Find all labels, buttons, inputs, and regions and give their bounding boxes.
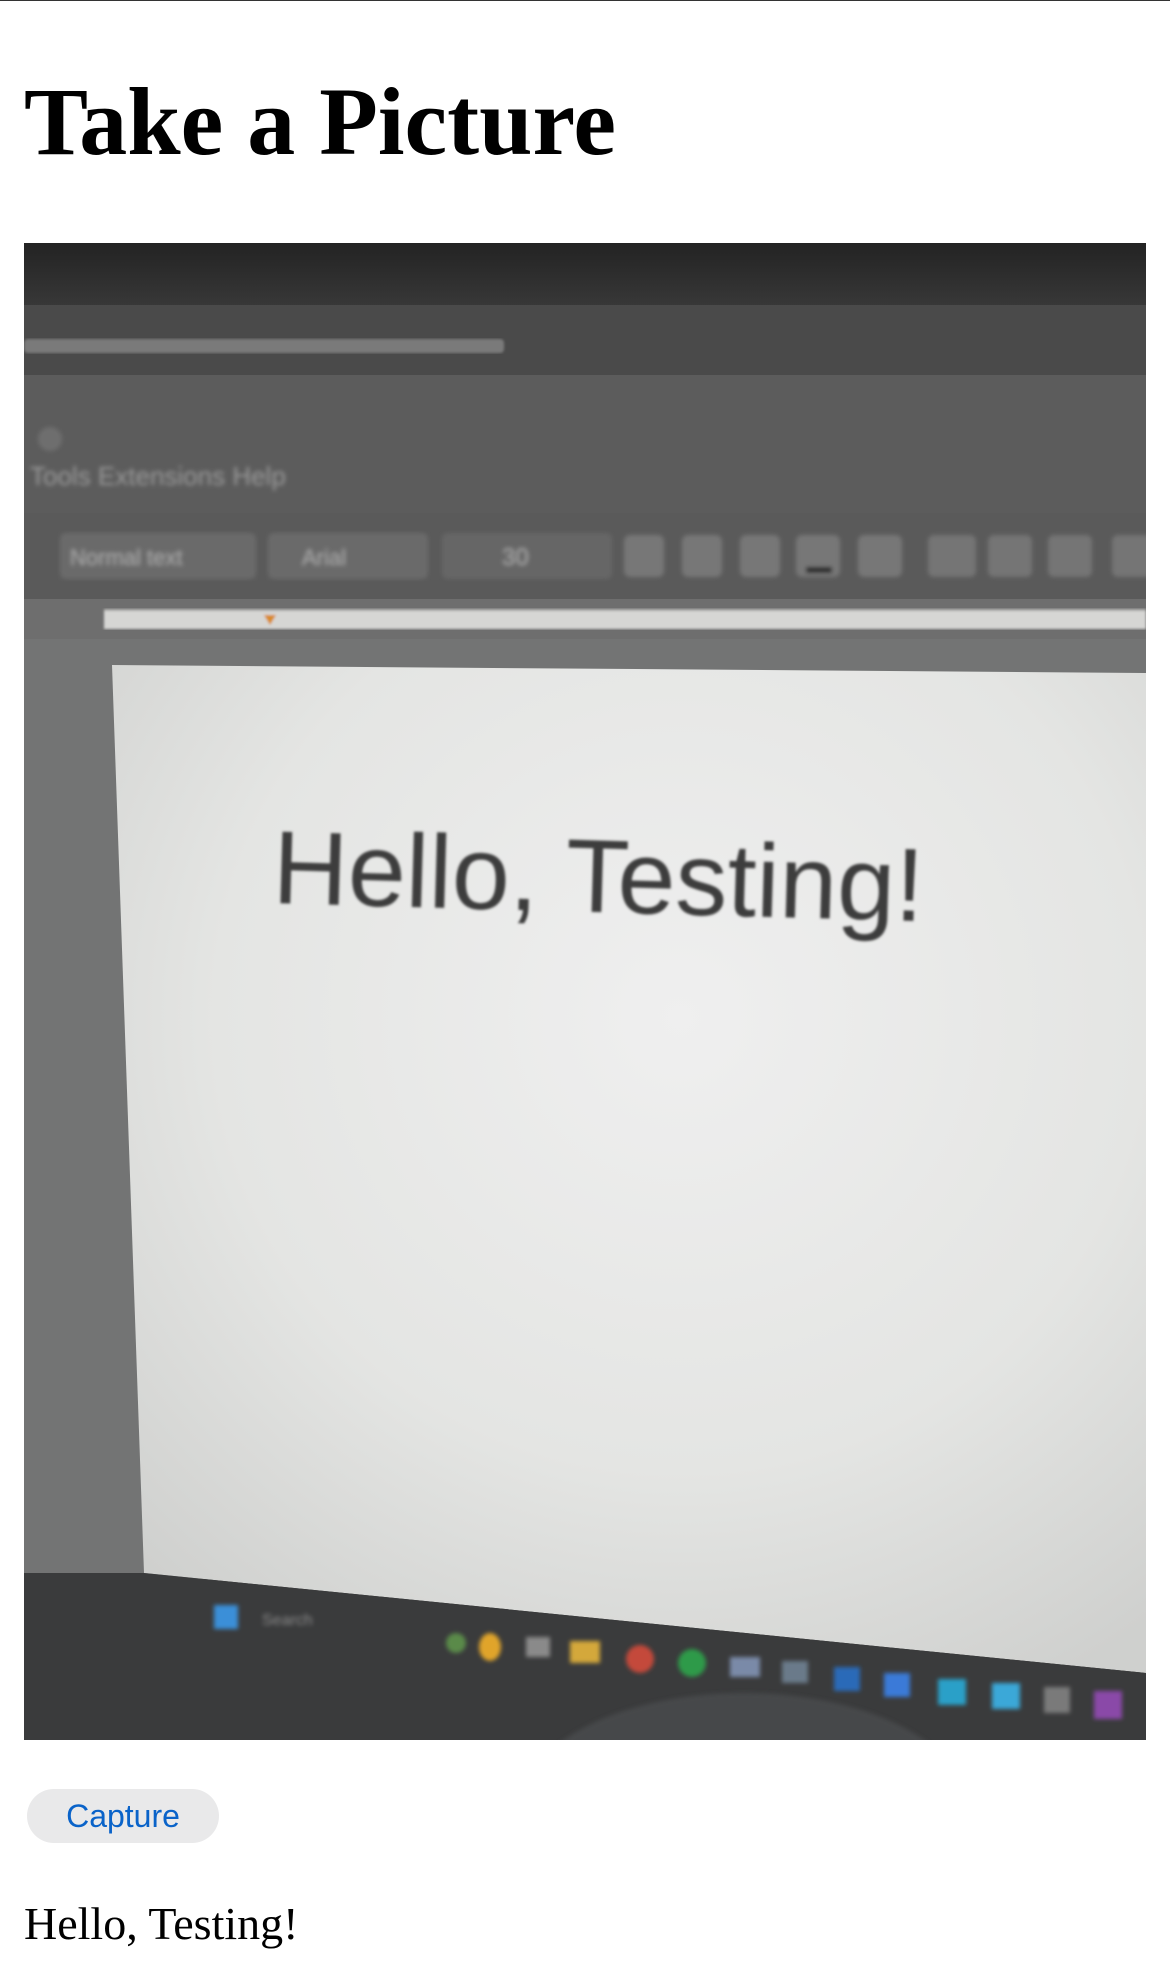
camera-preview: Tools Extensions Help Normal text Arial … xyxy=(24,243,1146,1740)
document-page xyxy=(112,665,1146,1673)
style-dropdown-text: Normal text xyxy=(70,545,182,570)
top-border xyxy=(0,0,1170,1)
taskbar-search-text: Search xyxy=(262,1612,313,1629)
page-title: Take a Picture xyxy=(24,68,616,175)
document-text: Hello, Testing! xyxy=(271,810,925,944)
font-size-text: 30 xyxy=(502,544,529,571)
document-text-content: Hello, Testing! xyxy=(271,810,925,944)
ruler xyxy=(104,609,1146,629)
menu-text: Tools Extensions Help xyxy=(30,461,286,491)
result-text: Hello, Testing! xyxy=(24,1898,299,1949)
capture-button[interactable]: Capture xyxy=(27,1789,219,1843)
font-dropdown-text: Arial xyxy=(302,545,346,570)
